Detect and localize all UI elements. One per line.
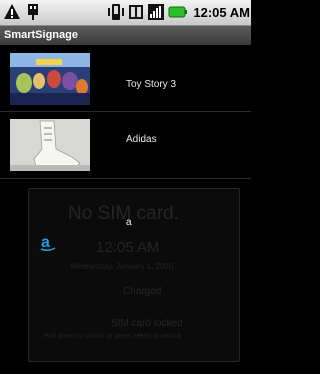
- list-item[interactable]: Toy Story 3: [0, 45, 251, 111]
- list-item-label: Adidas: [126, 134, 157, 145]
- list-divider: [0, 178, 251, 179]
- status-bar: 12:05 AM: [0, 0, 251, 26]
- app-title-bar: SmartSignage: [0, 26, 251, 45]
- amazon-icon[interactable]: a: [38, 232, 58, 252]
- status-clock: 12:05 AM: [193, 4, 250, 20]
- unlock-hint: Pull down to unlock or press Menu to unl…: [44, 333, 181, 340]
- battery-icon: [168, 6, 188, 18]
- sim-locked-text: SIM card locked: [111, 318, 183, 329]
- warning-icon: [4, 4, 20, 19]
- sim-card-icon: [129, 5, 144, 19]
- signal-icon: [148, 4, 165, 20]
- charge-status: Charged: [123, 286, 162, 297]
- lockscreen-date: Wednesday, January 1, 2020: [70, 262, 174, 271]
- no-sim-text: No SIM card.: [68, 203, 179, 224]
- usb-icon: [28, 4, 38, 20]
- lockscreen-time: 12:05 AM: [96, 239, 160, 256]
- notification-text: a: [126, 217, 132, 228]
- list-item[interactable]: Adidas: [0, 112, 251, 178]
- vibrate-icon: [108, 4, 125, 20]
- svg-text:a: a: [41, 234, 50, 251]
- list-item-label: Toy Story 3: [126, 79, 177, 90]
- toy-story-poster: [10, 53, 90, 105]
- adidas-shoe-poster: [10, 119, 90, 171]
